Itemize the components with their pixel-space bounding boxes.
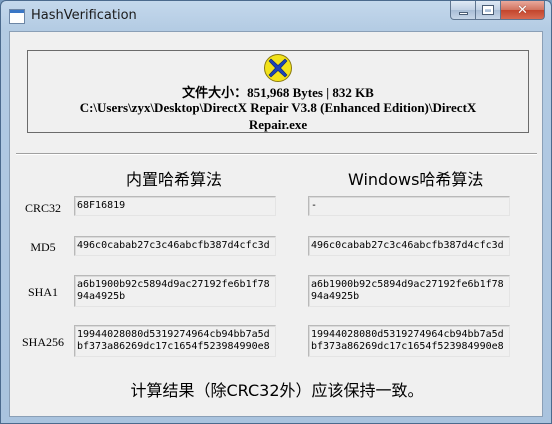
crc32-builtin-field[interactable]: 68F16819 bbox=[74, 196, 276, 216]
sha1-windows-field[interactable]: a6b1900b92c5894d9ac27192fe6b1f7894a4925b bbox=[308, 275, 510, 307]
md5-windows-field[interactable]: 496c0cabab27c3c46abcfb387d4cfc3d bbox=[308, 236, 510, 256]
window-title: HashVerification bbox=[31, 8, 137, 23]
sha1-builtin-field[interactable]: a6b1900b92c5894d9ac27192fe6b1f7894a4925b bbox=[74, 275, 276, 307]
builtin-hash-header: 内置哈希算法 bbox=[126, 170, 223, 189]
minimize-button[interactable] bbox=[450, 1, 476, 20]
file-info-box: 文件大小：851,968 Bytes | 832 KB C:\Users\zyx… bbox=[27, 50, 529, 133]
maximize-icon bbox=[482, 5, 494, 15]
md5-label: MD5 bbox=[30, 240, 56, 254]
crc32-label: CRC32 bbox=[24, 201, 61, 215]
md5-builtin-field[interactable]: 496c0cabab27c3c46abcfb387d4cfc3d bbox=[74, 236, 276, 256]
app-icon[interactable] bbox=[9, 9, 25, 24]
footer-note: 计算结果（除CRC32外）应该保持一致。 bbox=[130, 381, 424, 400]
crc32-windows-field[interactable]: - bbox=[308, 196, 510, 216]
title-bar[interactable]: HashVerification ✕ bbox=[1, 1, 551, 31]
sha256-windows-field[interactable]: 19944028080d5319274964cb94bb7a5dbf373a86… bbox=[308, 325, 510, 357]
minimize-icon bbox=[458, 11, 468, 15]
close-icon: ✕ bbox=[517, 2, 528, 18]
section-divider bbox=[16, 153, 537, 155]
sha1-label: SHA1 bbox=[27, 285, 58, 299]
directx-repair-x-icon bbox=[264, 54, 292, 82]
close-button[interactable]: ✕ bbox=[501, 1, 545, 20]
hash-verification-window: HashVerification ✕ 文件大小：851,968 Bytes | … bbox=[0, 0, 552, 424]
caption-buttons: ✕ bbox=[450, 1, 545, 21]
file-path-text: C:\Users\zyx\Desktop\DirectX Repair V3.8… bbox=[79, 100, 477, 132]
windows-hash-header: Windows哈希算法 bbox=[348, 170, 484, 189]
sha256-label: SHA256 bbox=[21, 335, 64, 349]
client-area: 文件大小：851,968 Bytes | 832 KB C:\Users\zyx… bbox=[9, 31, 543, 417]
sha256-builtin-field[interactable]: 19944028080d5319274964cb94bb7a5dbf373a86… bbox=[74, 325, 276, 357]
maximize-button[interactable] bbox=[476, 1, 501, 20]
